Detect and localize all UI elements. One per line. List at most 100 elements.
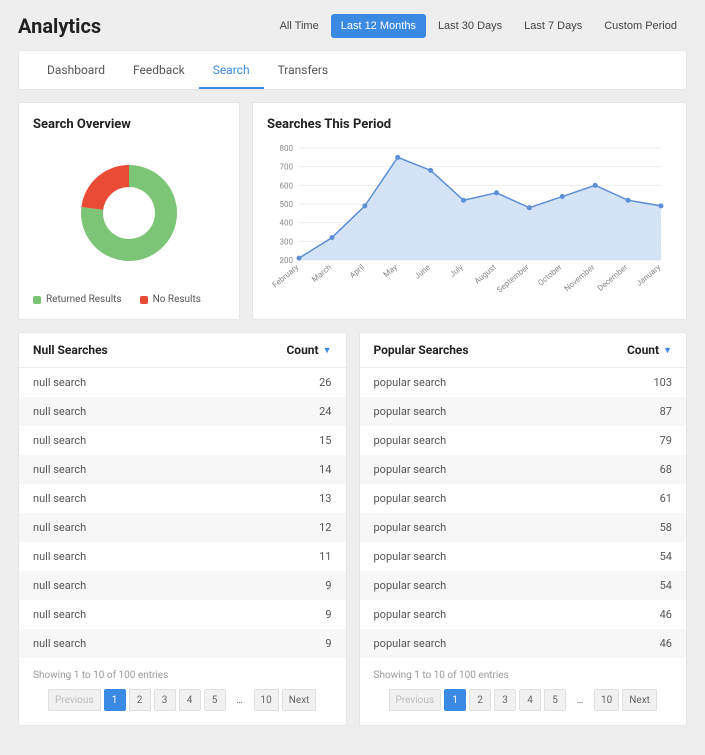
- tab-search[interactable]: Search: [199, 51, 264, 89]
- svg-text:September: September: [495, 262, 531, 294]
- row-label: null search: [33, 405, 86, 418]
- null-table-title: Null Searches: [33, 343, 108, 357]
- pager-page-10[interactable]: 10: [254, 689, 279, 711]
- period-bar: All TimeLast 12 MonthsLast 30 DaysLast 7…: [270, 14, 687, 38]
- row-count: 54: [660, 579, 672, 592]
- table-row[interactable]: popular search61: [360, 484, 687, 513]
- svg-text:November: November: [563, 262, 597, 293]
- row-count: 87: [660, 405, 672, 418]
- pager-next[interactable]: Next: [622, 689, 657, 711]
- tabs-card: DashboardFeedbackSearchTransfers: [18, 50, 687, 90]
- overview-card: Search Overview Returned Results No Resu…: [18, 102, 240, 320]
- row-label: null search: [33, 463, 86, 476]
- svg-text:700: 700: [280, 163, 294, 172]
- row-label: null search: [33, 608, 86, 621]
- legend-returned-label: Returned Results: [46, 294, 122, 305]
- pager-page-4[interactable]: 4: [179, 689, 201, 711]
- period-last-30-days[interactable]: Last 30 Days: [428, 14, 512, 38]
- svg-text:March: March: [310, 263, 333, 284]
- line-chart: 200300400500600700800FebruaryMarchAprilM…: [267, 142, 667, 302]
- row-label: null search: [33, 579, 86, 592]
- pager-page-1[interactable]: 1: [444, 689, 466, 711]
- tab-feedback[interactable]: Feedback: [119, 51, 199, 89]
- svg-text:January: January: [635, 263, 663, 288]
- row-label: null search: [33, 376, 86, 389]
- row-count: 24: [319, 405, 331, 418]
- period-last-7-days[interactable]: Last 7 Days: [514, 14, 592, 38]
- row-label: null search: [33, 637, 86, 650]
- null-count-header[interactable]: Count ▼: [286, 343, 331, 357]
- table-row[interactable]: null search 24: [19, 397, 346, 426]
- pager-next[interactable]: Next: [282, 689, 317, 711]
- pager-page-3[interactable]: 3: [494, 689, 516, 711]
- pager-page-3[interactable]: 3: [154, 689, 176, 711]
- svg-text:August: August: [473, 262, 498, 285]
- table-row[interactable]: popular search 54: [360, 542, 687, 571]
- svg-text:600: 600: [280, 181, 294, 190]
- table-row[interactable]: popular search 46: [360, 600, 687, 629]
- table-row[interactable]: null search9: [19, 600, 346, 629]
- legend-returned: Returned Results: [33, 294, 122, 305]
- sort-desc-icon: ▼: [323, 345, 332, 356]
- table-row[interactable]: null search 15: [19, 426, 346, 455]
- table-row[interactable]: popular search58: [360, 513, 687, 542]
- row-count: 12: [319, 521, 331, 534]
- page-title: Analytics: [18, 14, 101, 38]
- chart-card: Searches This Period 2003004005006007008…: [252, 102, 687, 320]
- popular-pager: Previous12345…10Next: [374, 689, 673, 711]
- pager-page-10[interactable]: 10: [594, 689, 619, 711]
- svg-text:500: 500: [280, 200, 294, 209]
- sort-desc-icon: ▼: [663, 345, 672, 356]
- pager-page-5[interactable]: 5: [544, 689, 566, 711]
- row-count: 9: [325, 637, 331, 650]
- table-row[interactable]: null search 14: [19, 455, 346, 484]
- row-label: popular search: [374, 608, 447, 621]
- period-all-time[interactable]: All Time: [270, 14, 329, 38]
- pager-page-2[interactable]: 2: [469, 689, 491, 711]
- pager-page-4[interactable]: 4: [519, 689, 541, 711]
- svg-text:300: 300: [280, 237, 294, 246]
- row-count: 14: [319, 463, 331, 476]
- row-label: popular search: [374, 550, 447, 563]
- tab-transfers[interactable]: Transfers: [264, 51, 343, 89]
- table-row[interactable]: popular search68: [360, 455, 687, 484]
- row-count: 54: [660, 550, 672, 563]
- table-row[interactable]: popular search46: [360, 629, 687, 658]
- table-row[interactable]: null search12: [19, 513, 346, 542]
- table-row[interactable]: popular search103: [360, 368, 687, 397]
- table-row[interactable]: null search 26: [19, 368, 346, 397]
- row-label: null search: [33, 434, 86, 447]
- table-row[interactable]: popular search79: [360, 426, 687, 455]
- table-row[interactable]: null search13: [19, 484, 346, 513]
- table-row[interactable]: popular search87: [360, 397, 687, 426]
- row-label: popular search: [374, 579, 447, 592]
- popular-table-title: Popular Searches: [374, 343, 469, 357]
- table-row[interactable]: null search11: [19, 542, 346, 571]
- svg-text:July: July: [448, 263, 465, 279]
- table-row[interactable]: popular search 54: [360, 571, 687, 600]
- pager-prev[interactable]: Previous: [389, 689, 442, 711]
- svg-text:June: June: [413, 263, 432, 281]
- pager-page-1[interactable]: 1: [104, 689, 126, 711]
- tab-dashboard[interactable]: Dashboard: [33, 51, 119, 89]
- pager-page-5[interactable]: 5: [204, 689, 226, 711]
- row-label: popular search: [374, 376, 447, 389]
- row-count: 15: [319, 434, 331, 447]
- pager-ellipsis: …: [569, 689, 591, 711]
- popular-rows: popular search103popular search87popular…: [360, 368, 687, 658]
- pager-page-2[interactable]: 2: [129, 689, 151, 711]
- swatch-red-icon: [140, 296, 148, 304]
- row-count: 26: [319, 376, 331, 389]
- table-row[interactable]: null search 9: [19, 629, 346, 658]
- row-label: null search: [33, 492, 86, 505]
- row-count: 46: [660, 608, 672, 621]
- popular-pager-info: Showing 1 to 10 of 100 entries: [374, 670, 673, 681]
- table-row[interactable]: null search 9: [19, 571, 346, 600]
- legend-no-results-label: No Results: [153, 294, 201, 305]
- null-pager: Previous12345…10Next: [33, 689, 332, 711]
- popular-count-header[interactable]: Count ▼: [627, 343, 672, 357]
- row-count: 9: [325, 579, 331, 592]
- pager-prev[interactable]: Previous: [48, 689, 101, 711]
- period-custom-period[interactable]: Custom Period: [594, 14, 687, 38]
- period-last-12-months[interactable]: Last 12 Months: [331, 14, 426, 38]
